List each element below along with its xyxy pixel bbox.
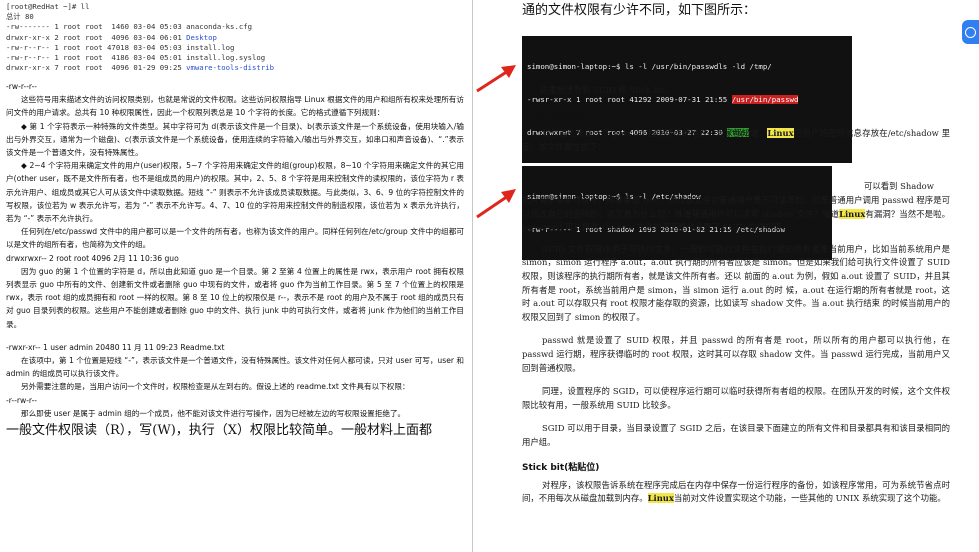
intro-line: 通的文件权限有少许不同，如下图所示： [522, 3, 757, 18]
bullet-paragraph: ◆ 第 1 个字符表示一种特殊的文件类型。其中字符可为 d(表示该文件是一个目录… [6, 121, 464, 158]
assistant-widget-icon[interactable] [962, 20, 979, 44]
left-page: [root@RedHat ~]# ll 总计 80 -rw------- 1 r… [0, 0, 470, 552]
terminal-line: -rw------- 1 root root 1460 03-04 05:03 … [6, 22, 253, 32]
paragraph: 这些符号用来描述文件的访问权限类别，也就是常说的文件权限。这些访问权限指导 Li… [6, 95, 464, 118]
paragraph: SUID 文件权限作用于可执行文件。一般的可执行文件在执行期的所有者是当前用户，… [522, 243, 950, 322]
listing-line: -rwxr-xr-- 1 user admin 20480 11 月 11 09… [6, 342, 225, 352]
right-page: 通的文件权限有少许不同，如下图所示： simon@simon-laptop:~$… [476, 0, 979, 552]
terminal-line: -rw-r--r-- 1 root root 47018 03-04 05:03… [6, 42, 235, 52]
paragraph: 因为 guo 的第 1 个位置的字符是 d，所以由此知道 guo 是一个目录。第… [6, 266, 464, 329]
passwd-path-highlight: /usr/bin/passwd [731, 95, 799, 104]
large-text-line: 一般文件权限读（R），写(W)，执行（X）权限比较简单。一般材料上面都 [6, 423, 433, 439]
paragraph: 同理，设置程序的 SGID，可以使程序运行期可以临时获得所有者组的权限。在团队开… [522, 386, 950, 410]
paragraph: SGID 可以用于目录，当目录设置了 SGID 之后，在该目录下面建立的所有文件… [522, 423, 950, 447]
section-heading-suid: SUID 和 SGID [522, 114, 587, 124]
section-heading-stick: Stick bit(粘贴位) [522, 462, 600, 473]
paragraph: 在该项中，第 1 个位置是短线 “-”，表示该文件是一个普通文件，没有特殊属性。… [6, 356, 464, 379]
linux-highlight: Linux [647, 493, 674, 504]
perm-example: -rw-r--r-- [6, 82, 38, 91]
paragraph: 那么即使 user 是属于 admin 组的一个成员，他不能对该文件进行写操作，… [21, 408, 406, 418]
caption: 这里就涉及到 SUID 和 Stick bit。 [540, 85, 674, 95]
terminal-line: drwxr-xr-x 2 root root 4096 03-04 06:01 … [6, 32, 217, 42]
paragraph: passwd 就是设置了 SUID 权限，并且 passwd 的所有者是 roo… [522, 335, 950, 373]
linux-highlight: Linux [839, 208, 866, 219]
terminal-line: -rw-r--r-- 1 root root 4186 03-04 05:01 … [6, 53, 266, 63]
side-text: 可以看到 Shadow [864, 181, 934, 191]
paragraph: 对程序，该权限告诉系统在程序完成后在内存中保存一份运行程序的备份，如该程序常用，… [522, 479, 950, 504]
red-arrow-icon [476, 65, 516, 93]
listing-line: drwxrwxr-- 2 root root 4096 2月 11 10:36 … [6, 253, 179, 263]
dir-link: Desktop [186, 32, 217, 42]
page-divider [472, 0, 473, 552]
paragraph: 我们首先来谈一下 passwd 程序特殊的地方。大家都知道，Linux把用户的密… [522, 128, 950, 152]
terminal-line: drwxr-xr-x 7 root root 4096 01-29 09:25 … [6, 63, 274, 73]
paragraph: 另外需要注意的是，当用户访问一个文件时，权限检查是从左到右的。假设上述的 rea… [21, 382, 410, 392]
red-arrow-icon [476, 189, 516, 219]
terminal-line: [root@RedHat ~]# ll [6, 2, 90, 11]
terminal-line: 总计 80 [6, 12, 34, 22]
listing-line: -r--rw-r-- [6, 395, 38, 405]
bullet-paragraph: ◆ 2~4 个字符用来确定文件的用户(user)权限，5~7 个字符用来确定文件… [6, 161, 464, 224]
terminal-output: [root@RedHat ~]# ll 总计 80 -rw------- 1 r… [6, 2, 274, 73]
paragraph: 的只有所有者可读写，所有者是 root，所以该文件对普通用户是不可读写的。但是普… [522, 195, 950, 233]
dir-link: vmware-tools-distrib [186, 63, 274, 73]
paragraph: 任何列在/etc/passwd 文件中的用户都可以是一个文件的所有者，也称为该文… [6, 227, 464, 250]
linux-highlight: Linux [767, 128, 794, 138]
